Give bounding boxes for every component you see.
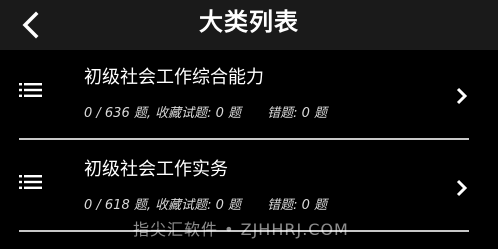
chevron-right-icon [456, 87, 468, 105]
chevron-right-icon [456, 179, 468, 197]
item-title: 初级社会工作综合能力 [84, 67, 264, 88]
category-list: 初级社会工作综合能力 0 / 636 题, 收藏试题: 0 题错题: 0 题 初… [0, 50, 498, 234]
header-bar: 大类列表 [0, 0, 498, 50]
item-stats: 0 / 636 题, 收藏试题: 0 题 错题: 0 题 [84, 105, 327, 123]
favorites-count: 收藏试题: 0 题 [155, 106, 242, 121]
progress-count: 0 / 636 题, [84, 106, 151, 121]
wrong-count: 错题: 0 题 [267, 106, 327, 121]
divider [19, 138, 469, 140]
page-title: 大类列表 [199, 8, 299, 36]
favorites-count: 收藏试题: 0 题 [155, 198, 242, 213]
list-item[interactable]: 初级社会工作综合能力 0 / 636 题, 收藏试题: 0 题 错题: 0 题 [0, 50, 498, 142]
watermark: 指尖汇软件 • ZJHHRJ.COM [133, 220, 349, 239]
progress-count: 0 / 618 题, [84, 198, 151, 213]
list-icon [19, 83, 42, 97]
list-icon [19, 175, 42, 189]
item-title: 初级社会工作实务 [84, 159, 228, 180]
item-stats: 0 / 618 题, 收藏试题: 0 题 错题: 0 题 [84, 197, 327, 215]
wrong-count: 错题: 0 题 [267, 198, 327, 213]
